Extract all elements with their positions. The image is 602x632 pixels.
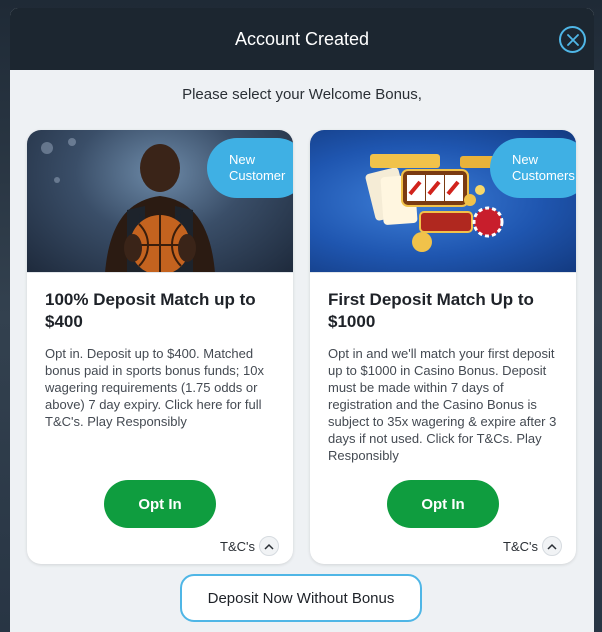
tnc-toggle[interactable]: T&C's xyxy=(220,536,279,556)
card-body: 100% Deposit Match up to $400 Opt in. De… xyxy=(27,273,293,430)
tnc-label: T&C's xyxy=(503,538,538,554)
card-body: First Deposit Match Up to $1000 Opt in a… xyxy=(310,273,576,464)
badge-line2: Customers xyxy=(512,168,575,183)
modal-title: Account Created xyxy=(234,28,370,49)
card-title: 100% Deposit Match up to $400 xyxy=(45,290,256,331)
badge-line1: New xyxy=(512,152,539,167)
opt-in-button-casino[interactable]: Opt In xyxy=(387,480,499,528)
opt-in-button-sports[interactable]: Opt In xyxy=(104,480,216,528)
new-customer-badge: New Customer xyxy=(207,138,293,198)
modal-subtitle: Please select your Welcome Bonus, xyxy=(182,86,422,103)
new-customers-badge: New Customers xyxy=(490,138,576,198)
tnc-label: T&C's xyxy=(220,538,255,554)
basketball-player-image: New Customer xyxy=(27,130,293,273)
casino-slots-image: New Customers xyxy=(310,130,576,273)
close-button[interactable] xyxy=(559,26,586,53)
tnc-toggle[interactable]: T&C's xyxy=(503,536,562,556)
badge-line1: New xyxy=(229,152,256,167)
close-icon xyxy=(566,33,579,46)
bonus-cards: New Customer 100% Deposit Match up to $4… xyxy=(27,130,576,564)
casino-bonus-card: New Customers First Deposit Match Up to … xyxy=(310,130,576,564)
welcome-bonus-modal: Account Created Please select your Welco… xyxy=(10,8,594,632)
sports-bonus-card: New Customer 100% Deposit Match up to $4… xyxy=(27,130,293,564)
deposit-without-bonus-button[interactable]: Deposit Now Without Bonus xyxy=(180,574,422,622)
card-description[interactable]: Opt in. Deposit up to $400. Matched bonu… xyxy=(45,345,275,430)
modal-header: Account Created xyxy=(10,8,594,70)
badge-line2: Customer xyxy=(229,168,286,183)
chevron-up-icon[interactable] xyxy=(259,536,279,556)
card-description[interactable]: Opt in and we'll match your first deposi… xyxy=(328,345,558,464)
chevron-up-icon[interactable] xyxy=(542,536,562,556)
card-title: First Deposit Match Up to $1000 xyxy=(328,290,534,331)
